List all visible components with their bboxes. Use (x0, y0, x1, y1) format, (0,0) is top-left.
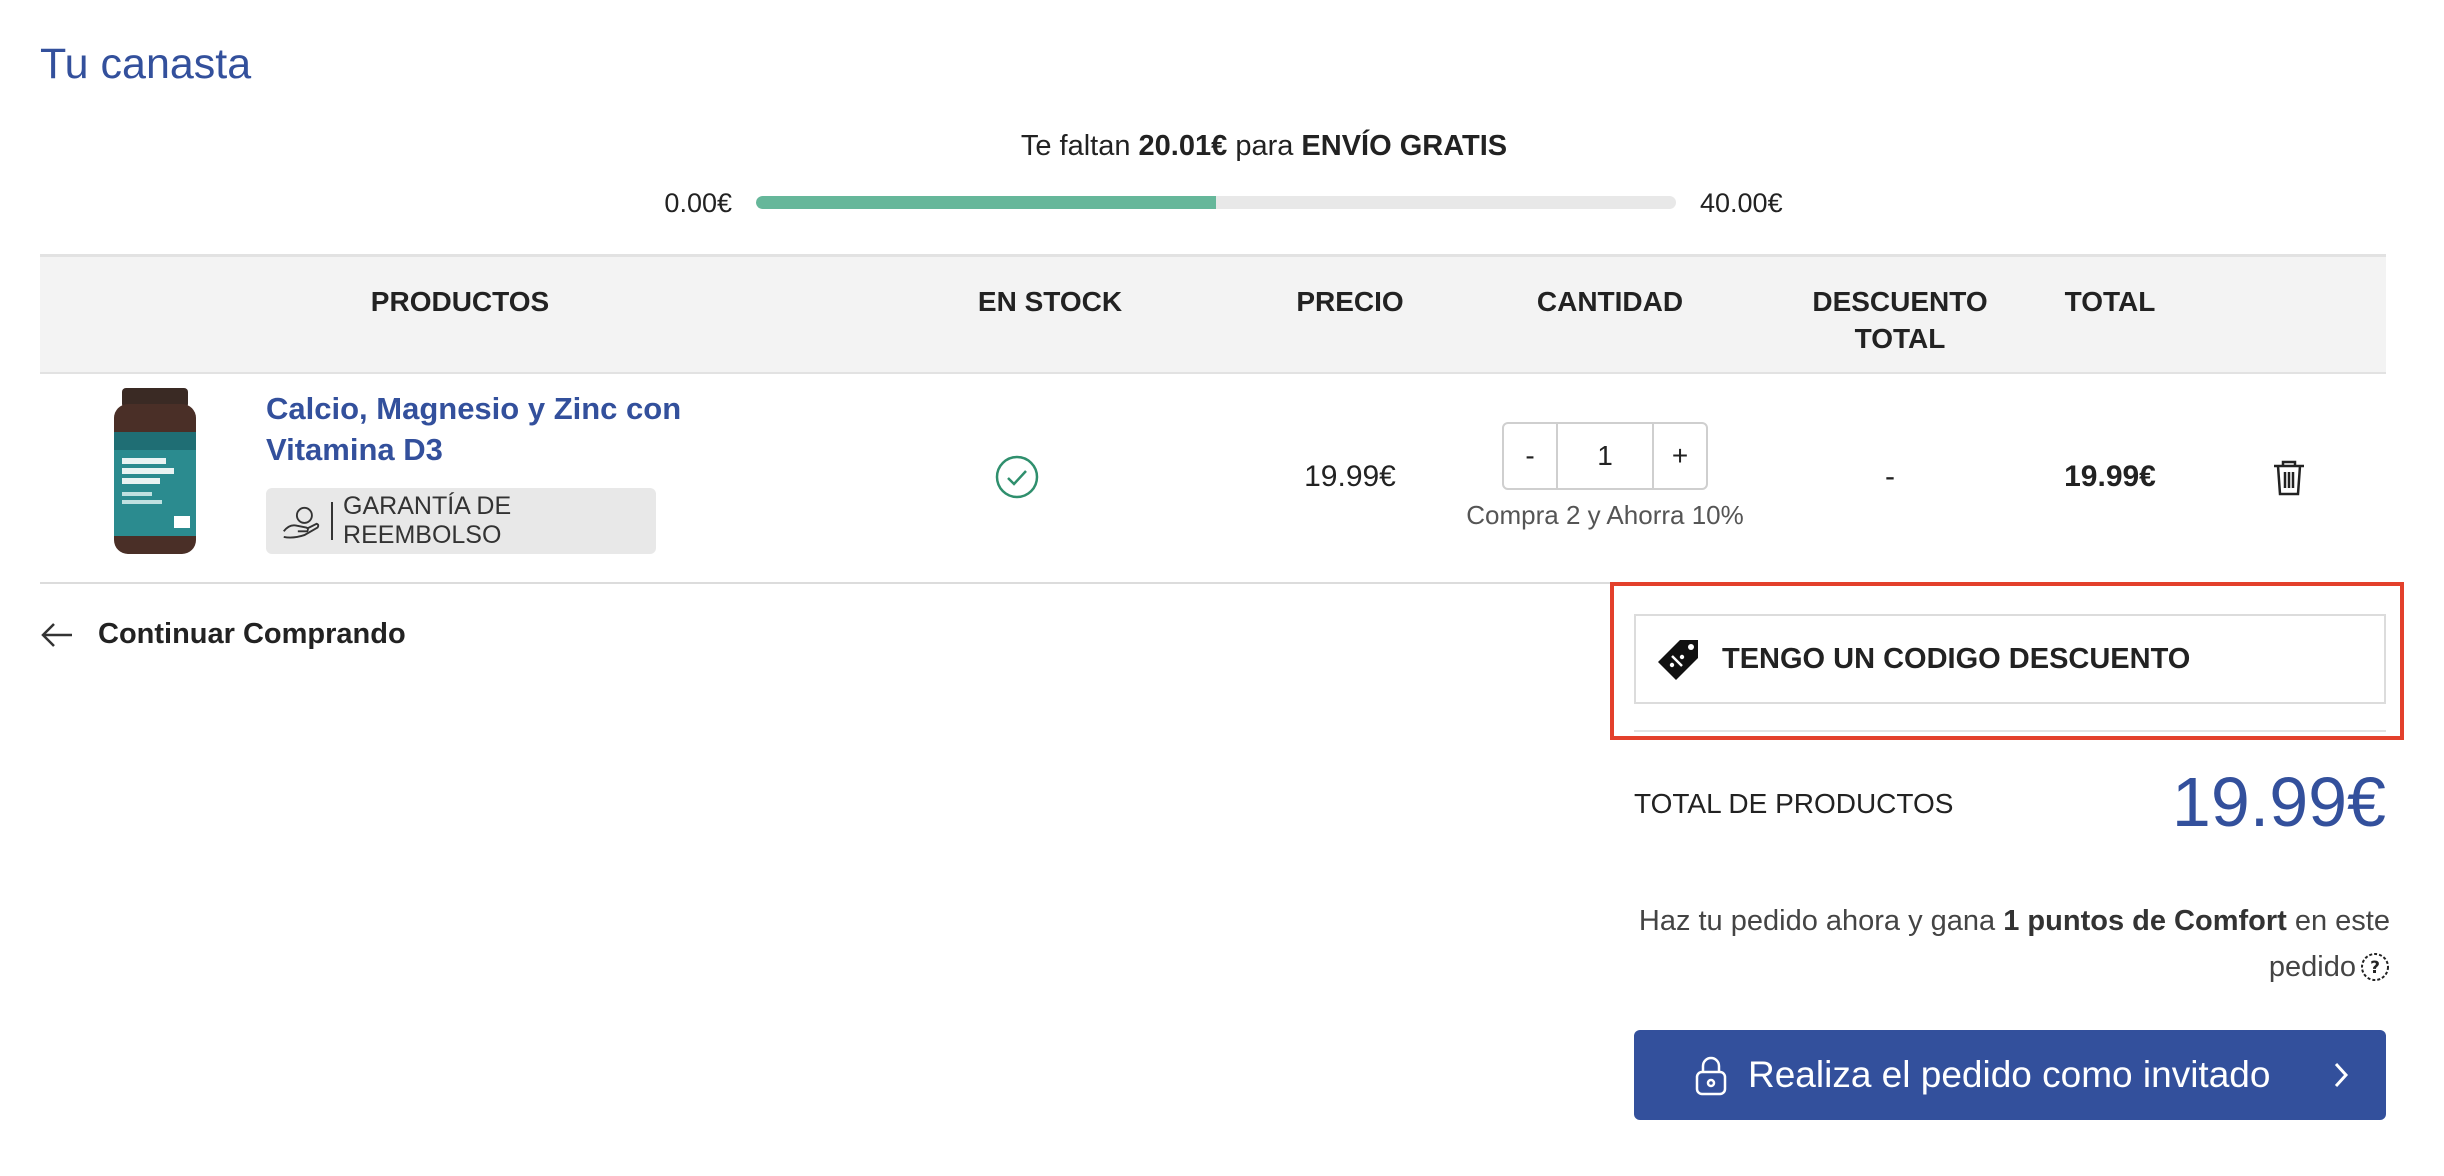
shipping-progress-bar (756, 196, 1676, 209)
header-price: PRECIO (1296, 286, 1404, 317)
header-discount-line1: DESCUENTO (1812, 286, 1988, 317)
shipping-prefix: Te faltan (1020, 130, 1131, 162)
table-row: Calcio, Magnesio y Zinc con Vitamina D3 … (40, 374, 2386, 584)
progress-min-label: 0.00€ (664, 188, 732, 218)
lock-icon (1695, 1056, 1727, 1096)
header-discount: DESCUENTO TOTAL (1780, 283, 2020, 357)
header-stock: EN STOCK (977, 286, 1123, 317)
qty-decrease-button[interactable]: - (1504, 424, 1556, 488)
progress-max-label: 40.00€ (1700, 188, 1783, 218)
unit-price: 19.99€ (1304, 460, 1396, 493)
coupon-toggle-button[interactable]: TENGO UN CODIGO DESCUENTO (1634, 614, 2386, 704)
cart-table-header: PRODUCTOS EN STOCK PRECIO CANTIDAD DESCU… (40, 254, 2386, 374)
trash-icon[interactable] (2270, 458, 2308, 498)
product-name-link[interactable]: Calcio, Magnesio y Zinc con Vitamina D3 (266, 388, 706, 470)
product-image[interactable] (100, 388, 210, 560)
guarantee-label: GARANTÍA DE REEMBOLSO (343, 492, 512, 549)
arrow-left-icon (41, 622, 72, 647)
header-products: PRODUCTOS (370, 286, 550, 317)
shipping-progress-fill (756, 196, 1216, 209)
points-amount: 1 puntos de Comfort (2003, 905, 2287, 937)
shipping-middle: para (1235, 130, 1294, 162)
shipping-target: ENVÍO GRATIS (1301, 130, 1508, 162)
badge-separator (331, 502, 334, 540)
hand-guarantee-icon (283, 506, 320, 539)
discount-tag-icon (1658, 640, 1698, 680)
help-icon[interactable]: ? (2360, 952, 2390, 982)
header-quantity: CANTIDAD (1536, 286, 1684, 317)
line-discount: - (1885, 460, 1895, 493)
chevron-right-icon (2334, 1062, 2349, 1088)
svg-text:?: ? (2370, 958, 2380, 978)
shipping-remaining-amount: 20.01€ (1138, 130, 1228, 162)
quantity-promo-text: Compra 2 y Ahorra 10% (1466, 500, 1744, 530)
free-shipping-message: Te faltan 20.01€ para ENVÍO GRATIS (0, 130, 2444, 163)
guarantee-badge: GARANTÍA DE REEMBOLSO (266, 488, 656, 554)
continue-shopping-label: Continuar Comprando (98, 618, 406, 650)
header-discount-line2: TOTAL (1854, 323, 1946, 354)
qty-input[interactable]: 1 (1556, 424, 1654, 488)
quantity-stepper: - 1 + (1502, 422, 1708, 490)
page-title: Tu canasta (40, 40, 252, 88)
total-products-label: TOTAL DE PRODUCTOS (1634, 788, 1954, 819)
line-total: 19.99€ (2064, 460, 2156, 493)
total-products-value: 19.99€ (2171, 763, 2386, 841)
checkout-label: Realiza el pedido como invitado (1748, 1054, 2271, 1095)
qty-increase-button[interactable]: + (1654, 424, 1706, 488)
continue-shopping-link[interactable]: Continuar Comprando (40, 618, 406, 651)
points-prefix: Haz tu pedido ahora y gana (1638, 905, 1996, 937)
header-total: TOTAL (2064, 286, 2156, 317)
loyalty-points-message: Haz tu pedido ahora y gana 1 puntos de C… (1600, 898, 2390, 990)
checkout-guest-button[interactable]: Realiza el pedido como invitado (1634, 1030, 2386, 1120)
coupon-divider (1634, 730, 2386, 732)
coupon-label: TENGO UN CODIGO DESCUENTO (1722, 642, 2191, 675)
check-circle-icon (995, 455, 1039, 499)
